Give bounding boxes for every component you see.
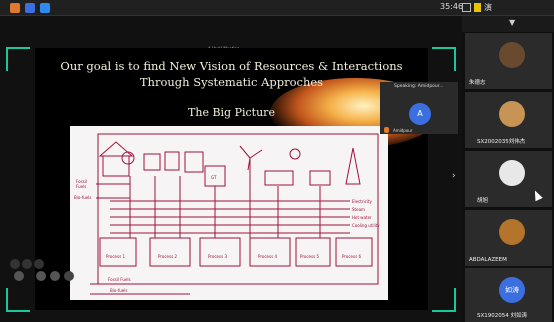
collapse-icon[interactable]: [64, 271, 74, 281]
label-electricity: Electricity: [352, 199, 373, 204]
speaking-indicator: Speaking: Amidpour...: [394, 84, 444, 89]
avatar: [499, 101, 525, 127]
process-6-label: Process 6: [342, 254, 361, 259]
shield-icon[interactable]: [25, 3, 35, 13]
avatar: 如涛: [499, 277, 525, 303]
frame-corner-br: [432, 288, 456, 312]
participant-name: SX1902054 刘如涛: [477, 313, 528, 319]
avatar: [499, 42, 525, 68]
participant-tile[interactable]: 朱德志: [465, 33, 552, 89]
layout-icon[interactable]: [462, 3, 471, 12]
frame-corner-bl: [6, 288, 30, 312]
label-gt: GT: [211, 175, 217, 180]
slide-title: Our goal is to find New Vision of Resour…: [35, 58, 428, 90]
frame-corner-tr: [432, 47, 456, 71]
participant-tile[interactable]: 如涛 SX1902054 刘如涛: [465, 268, 552, 322]
chevron-down-icon[interactable]: ▼: [509, 18, 515, 27]
process-2-label: Process 2: [158, 254, 177, 259]
label-cooling: Cooling utility: [352, 223, 380, 228]
participant-name: 胡旭: [477, 198, 489, 204]
presentation-slide: Our goal is to find New Vision of Resour…: [35, 48, 428, 310]
app-icon-orange[interactable]: [10, 3, 20, 13]
annotation-toolstrip: [6, 257, 74, 284]
slide-title-line2: Through Systematic Approches: [139, 75, 324, 89]
label-bottom-biofuels: Bio-fuels: [110, 288, 127, 293]
frame-corner-tl: [6, 47, 30, 71]
slide-title-line1: Our goal is to find New Vision of Resour…: [60, 59, 403, 73]
tool-dot2-icon[interactable]: [34, 259, 44, 269]
participant-tile[interactable]: SX2002035刘伟杰: [465, 92, 552, 148]
process-1-label: Process 1: [106, 254, 125, 259]
energy-system-diagram: Fossil Fuels Bio-fuels Electricity Steam…: [70, 126, 388, 300]
participant-name: SX2002035刘伟杰: [477, 139, 526, 145]
avatar: [499, 160, 525, 186]
chevron-right-icon[interactable]: ›: [452, 171, 456, 181]
label-bottom-fossil: Fossil Fuels: [108, 277, 131, 282]
app-icon-blue[interactable]: [40, 3, 50, 13]
emoji-icon[interactable]: [36, 271, 46, 281]
process-4-label: Process 4: [258, 254, 277, 259]
participant-name: 朱德志: [469, 80, 486, 86]
label-fuels: Fuels: [76, 184, 86, 189]
tool-dot-icon[interactable]: [22, 259, 32, 269]
slide-subtitle: The Big Picture: [188, 106, 275, 119]
speaker-name: Amidpour: [393, 128, 413, 133]
mic-icon: [384, 127, 389, 133]
participant-name: ABDALAZEEM: [469, 257, 507, 263]
presenting-label: 演: [484, 3, 492, 12]
label-hot-water: Hot water: [352, 215, 372, 220]
apps-icon[interactable]: [14, 271, 24, 281]
system-topbar: 35:46 演: [0, 0, 554, 16]
lock-icon[interactable]: [50, 271, 60, 281]
participant-tile[interactable]: ABDALAZEEM: [465, 210, 552, 266]
avatar: [499, 219, 525, 245]
process-3-label: Process 3: [208, 254, 227, 259]
share-indicator-icon: [474, 3, 481, 12]
label-steam: Steam: [352, 207, 365, 212]
speaker-avatar: A: [409, 103, 431, 125]
process-5-label: Process 5: [300, 254, 319, 259]
meeting-timer: 35:46: [440, 2, 464, 11]
diagram-svg: Fossil Fuels Bio-fuels Electricity Steam…: [74, 133, 380, 295]
grid-icon[interactable]: [10, 259, 20, 269]
label-biofuels: Bio-fuels: [74, 195, 91, 200]
